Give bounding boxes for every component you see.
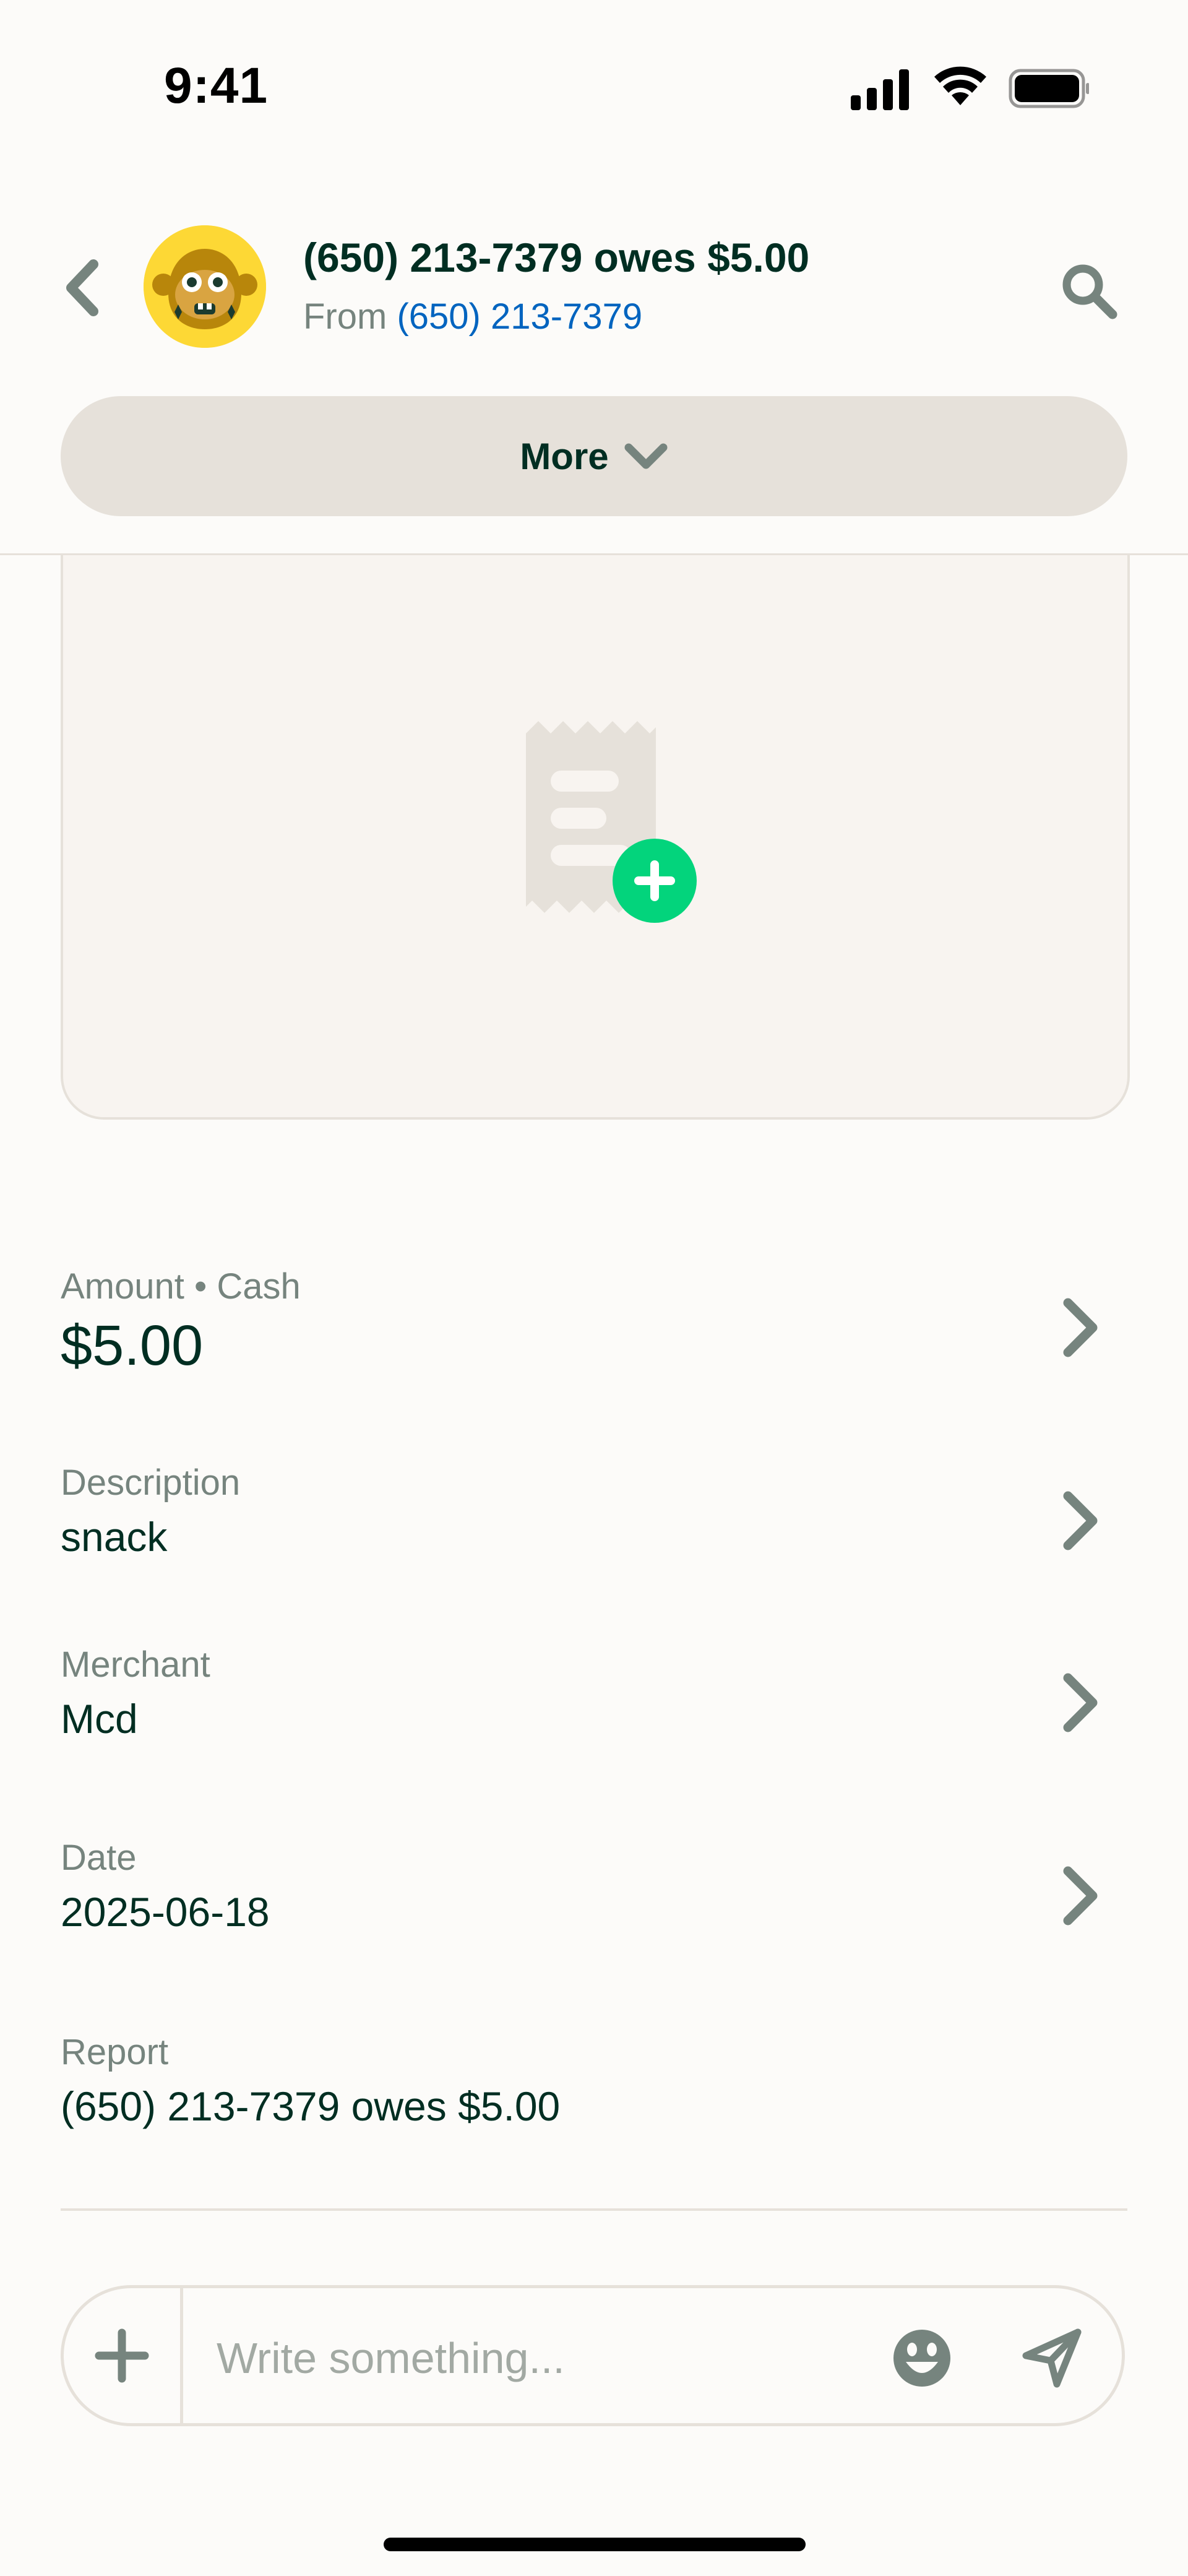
report-row[interactable]: Report (650) 213-7379 owes $5.00 [61, 2031, 1127, 2149]
chevron-left-icon [66, 259, 98, 316]
more-label: More [520, 435, 609, 477]
amount-value: $5.00 [61, 1314, 204, 1377]
section-divider [61, 2208, 1127, 2211]
date-value: 2025-06-18 [61, 1889, 270, 1935]
search-icon [1062, 264, 1117, 319]
from-user-link[interactable]: (650) 213-7379 [397, 296, 642, 337]
date-row[interactable]: Date 2025-06-18 [61, 1837, 1127, 1955]
home-indicator [384, 2538, 806, 2551]
subtitle-prefix: From [303, 296, 387, 337]
monkey-avatar-icon [144, 225, 266, 348]
page-title: (650) 213-7379 owes $5.00 [303, 235, 810, 280]
description-value: snack [61, 1514, 168, 1560]
status-time: 9:41 [164, 58, 269, 114]
more-button[interactable]: More [61, 396, 1127, 516]
date-label: Date [61, 1838, 137, 1878]
chevron-right-icon [1063, 1673, 1098, 1732]
merchant-value: Mcd [61, 1696, 138, 1742]
chevron-right-icon [1063, 1298, 1098, 1357]
merchant-row[interactable]: Merchant Mcd [61, 1644, 1127, 1761]
send-icon[interactable] [1021, 2327, 1083, 2389]
add-attachment-button[interactable] [64, 2288, 183, 2423]
wifi-icon [934, 66, 986, 105]
amount-label: Amount • Cash [61, 1266, 301, 1307]
add-receipt-icon [526, 721, 697, 923]
description-row[interactable]: Description snack [61, 1462, 1127, 1580]
avatar[interactable] [144, 225, 266, 348]
description-label: Description [61, 1463, 241, 1503]
report-label: Report [61, 2032, 169, 2072]
search-button[interactable] [1052, 254, 1126, 328]
amount-row[interactable]: Amount • Cash $5.00 [61, 1266, 1127, 1390]
status-icons [851, 66, 1089, 110]
back-button[interactable] [54, 254, 110, 322]
merchant-label: Merchant [61, 1645, 210, 1685]
page-subtitle: From (650) 213-7379 [303, 296, 642, 337]
chevron-right-icon [1063, 1866, 1098, 1926]
cellular-signal-icon [851, 69, 909, 110]
emoji-icon[interactable] [891, 2327, 953, 2389]
report-value: (650) 213-7379 owes $5.00 [61, 2083, 561, 2129]
battery-icon [1009, 69, 1089, 108]
message-input[interactable]: Write something... [217, 2333, 565, 2383]
chevron-down-icon [624, 443, 668, 469]
plus-icon [95, 2328, 149, 2383]
chevron-right-icon [1063, 1491, 1098, 1550]
